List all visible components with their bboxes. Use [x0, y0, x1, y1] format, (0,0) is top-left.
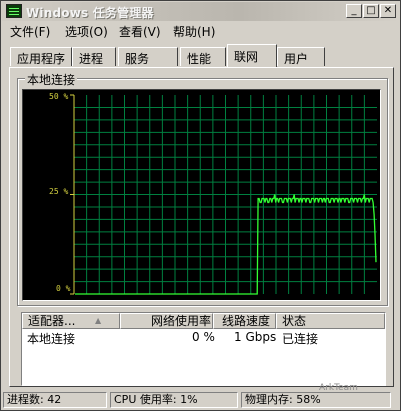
menu-file[interactable]: 文件(F): [10, 23, 50, 40]
status-bar: 进程数: 42 CPU 使用率: 1% 物理内存: 58%: [2, 391, 399, 409]
graph-group-label: 本地连接: [25, 71, 78, 88]
row-adapter-name: 本地连接: [27, 332, 76, 346]
graph-plot: [70, 94, 377, 295]
column-header-usage[interactable]: 网络使用率: [120, 313, 213, 329]
adapter-list[interactable]: 适配器... ▲ 网络使用率 线路速度 状态 本地连接 0 % 1 Gbps 已…: [21, 312, 386, 386]
status-memory-usage: 物理内存: 58%: [241, 392, 391, 408]
menu-options[interactable]: 选项(O): [65, 23, 108, 40]
minimize-button[interactable]: _: [346, 4, 362, 18]
tab-users[interactable]: 用户: [277, 47, 325, 66]
tab-applications[interactable]: 应用程序: [10, 47, 72, 66]
row-state: 已连接: [282, 332, 319, 346]
row-speed: 1 Gbps: [234, 330, 277, 344]
task-manager-window: Windows 任务管理器 _ □ ✕ 文件(F) 选项(O) 查看(V) 帮助…: [0, 0, 401, 411]
status-cpu-usage: CPU 使用率: 1%: [110, 392, 238, 408]
sort-ascending-icon: ▲: [95, 316, 102, 325]
watermark-text: ArkTeam: [319, 383, 358, 393]
menu-help[interactable]: 帮助(H): [173, 23, 215, 40]
column-header-adapter[interactable]: 适配器... ▲: [22, 313, 120, 329]
network-utilization-graph: 50 % 25 % 0 %: [22, 89, 381, 301]
tab-services[interactable]: 服务: [118, 47, 178, 66]
tab-performance[interactable]: 性能: [180, 47, 226, 66]
row-usage: 0 %: [192, 330, 215, 344]
column-header-adapter-label: 适配器...: [28, 314, 76, 328]
window-title: Windows 任务管理器: [26, 6, 154, 20]
column-header-speed[interactable]: 线路速度: [213, 313, 276, 329]
close-button[interactable]: ✕: [380, 4, 396, 18]
menu-view[interactable]: 查看(V): [119, 23, 161, 40]
column-header-state[interactable]: 状态: [276, 313, 385, 329]
tab-processes[interactable]: 进程: [72, 47, 116, 66]
tab-strip: 应用程序 进程 服务 性能 联网 用户: [1, 44, 400, 68]
tab-networking[interactable]: 联网: [227, 44, 277, 67]
menu-bar: 文件(F) 选项(O) 查看(V) 帮助(H): [2, 21, 399, 39]
title-bar[interactable]: Windows 任务管理器 _ □ ✕: [2, 2, 399, 21]
maximize-button[interactable]: □: [363, 4, 379, 18]
status-process-count: 进程数: 42: [3, 392, 107, 408]
task-manager-app-icon: [6, 4, 22, 18]
